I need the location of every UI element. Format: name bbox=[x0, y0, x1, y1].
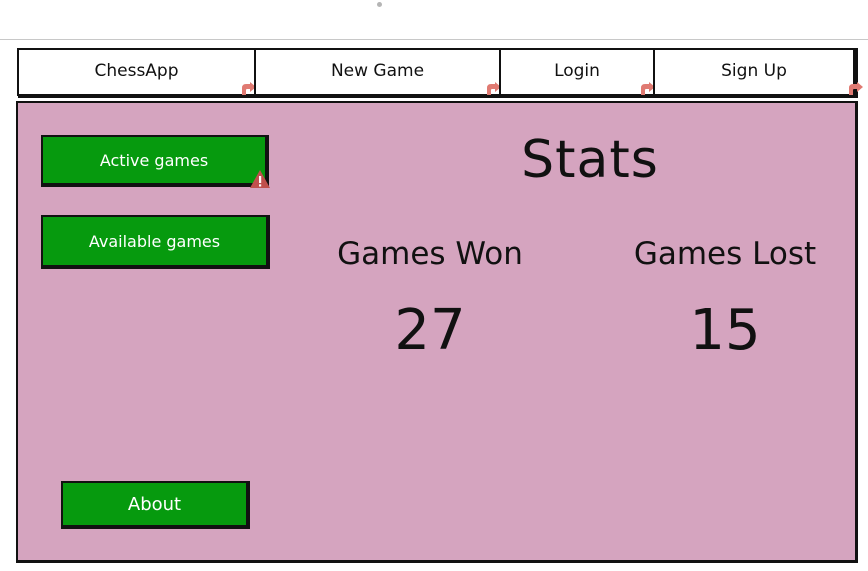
stats-title: Stats bbox=[521, 130, 659, 190]
warning-icon bbox=[250, 170, 270, 188]
app-page: ChessApp New Game Login Sign Up Active g… bbox=[0, 0, 868, 571]
header-divider bbox=[0, 39, 868, 40]
about-button[interactable]: About bbox=[61, 481, 250, 529]
tab-sign-up[interactable]: Sign Up bbox=[653, 48, 863, 96]
games-won-label: Games Won bbox=[337, 236, 523, 272]
active-games-button[interactable]: Active games bbox=[41, 135, 270, 188]
available-games-button[interactable]: Available games bbox=[41, 215, 270, 269]
tab-new-game[interactable]: New Game bbox=[254, 48, 501, 96]
games-lost-value: 15 bbox=[689, 298, 761, 363]
active-games-label: Active games bbox=[99, 150, 209, 170]
tab-label: New Game bbox=[330, 61, 425, 81]
link-arrow-icon bbox=[849, 82, 863, 96]
tab-label: Login bbox=[554, 61, 600, 81]
tab-chessapp[interactable]: ChessApp bbox=[17, 48, 256, 96]
about-label: About bbox=[127, 493, 182, 515]
available-games-label: Available games bbox=[88, 231, 221, 251]
games-won-value: 27 bbox=[394, 298, 466, 363]
tab-label: ChessApp bbox=[94, 61, 179, 81]
tab-login[interactable]: Login bbox=[499, 48, 655, 96]
tab-label: Sign Up bbox=[721, 61, 787, 81]
window-indicator-dot bbox=[377, 2, 382, 7]
nav-bar-shadow bbox=[18, 95, 858, 98]
games-lost-label: Games Lost bbox=[633, 236, 817, 272]
